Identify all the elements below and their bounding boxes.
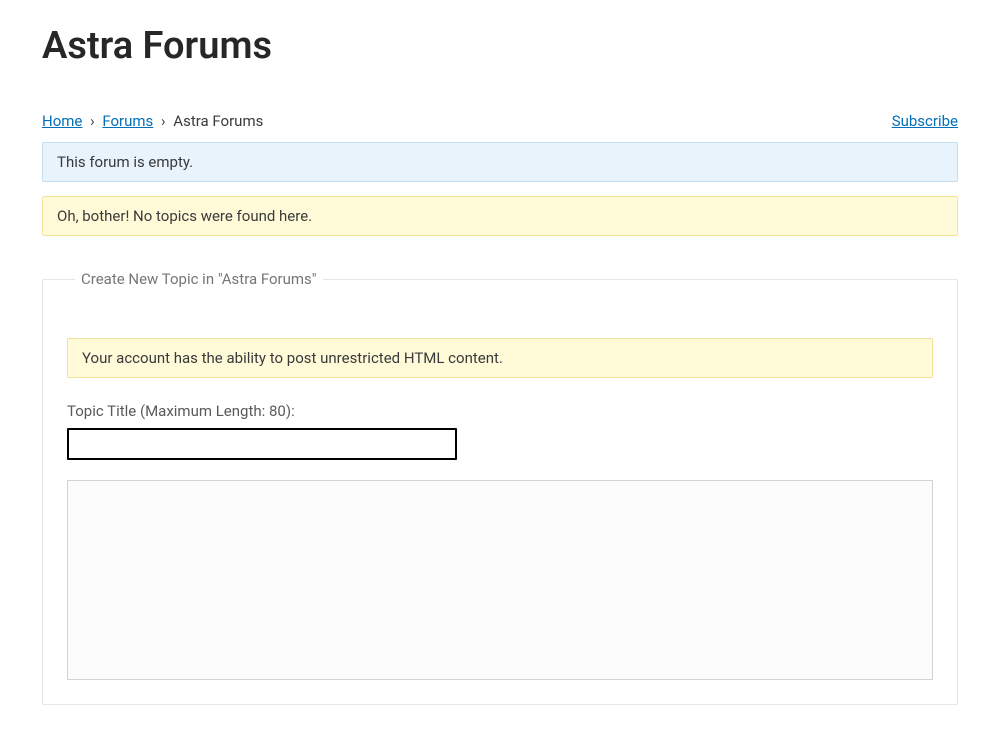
breadcrumb-current: Astra Forums [173, 112, 263, 130]
fieldset-legend: Create New Topic in "Astra Forums" [75, 270, 323, 288]
breadcrumb-separator: › [161, 112, 166, 130]
topbar: Home › Forums › Astra Forums Subscribe [42, 112, 958, 130]
topic-title-input[interactable] [67, 428, 457, 460]
breadcrumb: Home › Forums › Astra Forums [42, 112, 263, 130]
topic-title-label: Topic Title (Maximum Length: 80): [67, 402, 933, 420]
new-topic-fieldset: Create New Topic in "Astra Forums" Your … [42, 270, 958, 705]
breadcrumb-forums-link[interactable]: Forums [102, 112, 153, 130]
breadcrumb-home-link[interactable]: Home [42, 112, 82, 130]
topic-content-editor[interactable] [67, 480, 933, 680]
notice-forum-empty: This forum is empty. [42, 142, 958, 182]
notice-html-capability: Your account has the ability to post unr… [67, 338, 933, 378]
subscribe-link[interactable]: Subscribe [892, 112, 958, 130]
new-topic-form: Create New Topic in "Astra Forums" Your … [42, 270, 958, 705]
page-title: Astra Forums [42, 24, 958, 68]
breadcrumb-separator: › [90, 112, 95, 130]
notice-no-topics: Oh, bother! No topics were found here. [42, 196, 958, 236]
